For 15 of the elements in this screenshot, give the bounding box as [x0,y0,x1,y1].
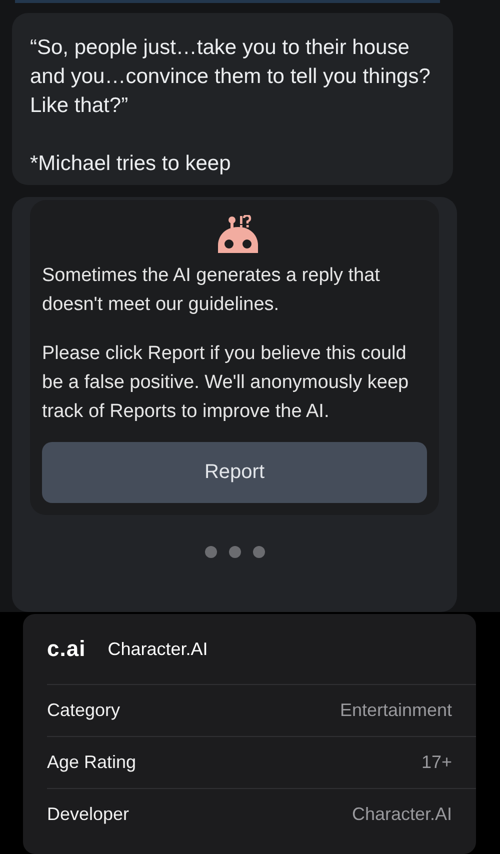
page-dot[interactable] [252,546,264,558]
app-logo: c.ai [47,636,86,662]
info-value: Entertainment [340,700,452,721]
notice-text: Please click Report if you believe this could be a false positive. We'll anonymously keep track of Reports to improve the AI. [42,342,410,424]
page-dot[interactable] [228,546,240,558]
info-label: Developer [47,804,130,825]
message-bubble: “So, people just…take you to their house and you…convince them to tell you things? Like that?” *Michael tries to keep [12,13,453,185]
info-value: 17+ [421,752,452,773]
info-label: Category [47,700,120,721]
page-dot[interactable] [204,546,216,558]
notice-text: Sometimes the AI generates a reply that doesn't meet our guidelines. [42,264,381,317]
info-label: Age Rating [47,752,136,773]
info-value: Character.AI [352,804,452,825]
app-name: Character.AI [108,638,208,660]
report-button[interactable]: Report [42,442,427,503]
